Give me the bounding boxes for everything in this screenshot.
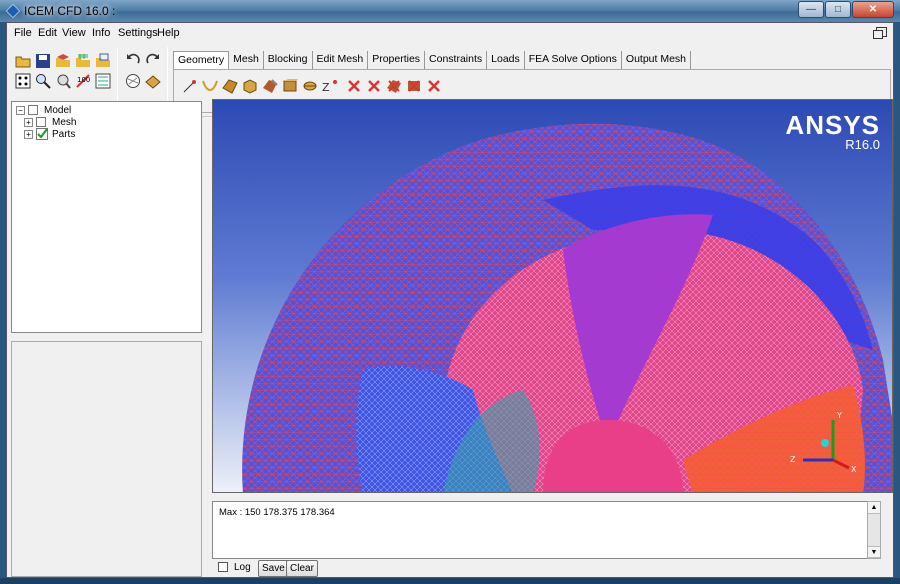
undo-icon[interactable] bbox=[125, 51, 141, 67]
logo-version: R16.0 bbox=[845, 137, 880, 152]
scroll-down-icon[interactable]: ▼ bbox=[868, 546, 880, 558]
restore-icon[interactable] bbox=[873, 27, 887, 39]
tab-blocking[interactable]: Blocking bbox=[264, 51, 313, 69]
mesh-open-icon[interactable] bbox=[75, 53, 91, 69]
log-label: Log bbox=[234, 562, 251, 573]
tab-constraints[interactable]: Constraints bbox=[425, 51, 488, 69]
menu-file[interactable]: File bbox=[14, 27, 32, 39]
maximize-button[interactable]: □ bbox=[825, 1, 851, 18]
surfaces-icon[interactable] bbox=[145, 73, 161, 89]
menu-help[interactable]: Help bbox=[157, 27, 180, 39]
transform-icon[interactable] bbox=[282, 78, 298, 94]
delete-any-icon[interactable] bbox=[426, 78, 442, 94]
tab-loads[interactable]: Loads bbox=[487, 51, 525, 69]
clear-button[interactable]: Clear bbox=[286, 560, 318, 577]
tab-mesh[interactable]: Mesh bbox=[229, 51, 264, 69]
tree-item-mesh[interactable]: Mesh bbox=[52, 117, 76, 128]
scroll-up-icon[interactable]: ▲ bbox=[868, 502, 880, 514]
menu-settings[interactable]: Settings bbox=[118, 27, 158, 39]
console-text: Max : 150 178.375 178.364 bbox=[219, 507, 335, 518]
window-controls: — □ ✕ bbox=[797, 1, 894, 19]
expand-icon[interactable]: + bbox=[24, 118, 33, 127]
tab-edit-mesh[interactable]: Edit Mesh bbox=[313, 51, 369, 69]
delete-body-icon[interactable] bbox=[406, 78, 422, 94]
segment-icon[interactable]: Z bbox=[322, 78, 338, 94]
measure-icon[interactable]: 100 bbox=[75, 73, 91, 89]
tree-item-model[interactable]: Model bbox=[44, 105, 71, 116]
close-button[interactable]: ✕ bbox=[852, 1, 894, 18]
expand-icon[interactable]: + bbox=[24, 130, 33, 139]
save-icon[interactable] bbox=[35, 53, 51, 69]
redo-icon[interactable] bbox=[145, 51, 161, 67]
checkmark-icon[interactable] bbox=[36, 128, 48, 140]
tab-output-mesh[interactable]: Output Mesh bbox=[622, 51, 692, 69]
tab-geometry[interactable]: Geometry bbox=[173, 51, 230, 69]
svg-text:100: 100 bbox=[77, 76, 90, 84]
graphics-viewport[interactable]: Y Z X ANSYS R16.0 bbox=[212, 99, 893, 493]
log-checkbox[interactable] bbox=[218, 562, 228, 572]
save-button[interactable]: Save bbox=[258, 560, 289, 577]
repair-geometry-icon[interactable] bbox=[262, 78, 278, 94]
delete-curve-icon[interactable] bbox=[366, 78, 382, 94]
minimize-button[interactable]: — bbox=[798, 1, 824, 18]
create-point-icon[interactable] bbox=[182, 78, 198, 94]
mesh-checkbox[interactable] bbox=[36, 117, 46, 127]
open-icon[interactable] bbox=[15, 53, 31, 69]
blocking-icon[interactable] bbox=[95, 53, 111, 69]
model-tree: − Model + Mesh + Parts bbox=[11, 101, 202, 333]
tab-properties[interactable]: Properties bbox=[368, 51, 426, 69]
create-body-icon[interactable] bbox=[242, 78, 258, 94]
svg-text:Z: Z bbox=[322, 81, 330, 94]
menu-info[interactable]: Info bbox=[92, 27, 110, 39]
title-bar: ICEM CFD 16.0 : — □ ✕ bbox=[0, 0, 900, 22]
app-frame: File Edit View Info Settings Help 100 Ge… bbox=[6, 22, 894, 578]
expand-icon[interactable]: − bbox=[16, 106, 25, 115]
delete-surface-icon[interactable] bbox=[386, 78, 402, 94]
zoom-icon[interactable] bbox=[35, 73, 51, 89]
geometry-open-icon[interactable] bbox=[55, 53, 71, 69]
mesh-model: Y Z X bbox=[242, 123, 892, 492]
midsurface-icon[interactable] bbox=[302, 78, 318, 94]
message-console[interactable]: Max : 150 178.375 178.364 bbox=[212, 501, 880, 559]
menu-view[interactable]: View bbox=[62, 27, 86, 39]
window-title: ICEM CFD 16.0 : bbox=[24, 4, 116, 18]
console-controls: Log Save Clear bbox=[212, 559, 893, 577]
delete-point-icon[interactable] bbox=[346, 78, 362, 94]
display-icon[interactable] bbox=[15, 73, 31, 89]
tab-bar: Geometry Mesh Blocking Edit Mesh Propert… bbox=[173, 51, 692, 69]
menu-bar: File Edit View Info Settings Help bbox=[7, 23, 893, 43]
wire-icon[interactable] bbox=[125, 73, 141, 89]
ansys-logo: ANSYS R16.0 bbox=[785, 112, 880, 152]
shade-icon[interactable] bbox=[95, 73, 111, 89]
data-entry-panel bbox=[11, 341, 202, 577]
create-curve-icon[interactable] bbox=[202, 78, 218, 94]
svg-text:X: X bbox=[851, 465, 857, 474]
svg-text:Z: Z bbox=[790, 455, 796, 464]
svg-text:Y: Y bbox=[836, 411, 842, 420]
logo-brand: ANSYS bbox=[785, 110, 880, 140]
console-scrollbar[interactable]: ▲ ▼ bbox=[867, 501, 881, 559]
model-checkbox[interactable] bbox=[28, 105, 38, 115]
menu-edit[interactable]: Edit bbox=[38, 27, 57, 39]
tab-fea-solve-options[interactable]: FEA Solve Options bbox=[525, 51, 622, 69]
fit-icon[interactable] bbox=[55, 73, 71, 89]
desktop-taskbar-edge bbox=[0, 578, 900, 584]
tree-item-parts[interactable]: Parts bbox=[52, 129, 75, 140]
app-icon bbox=[5, 3, 21, 19]
create-surface-icon[interactable] bbox=[222, 78, 238, 94]
